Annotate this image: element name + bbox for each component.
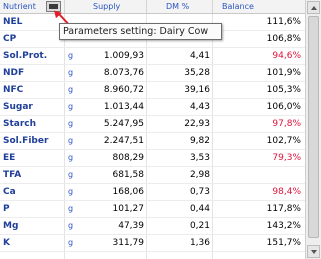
unit-label: g xyxy=(68,204,74,213)
balance-value: 105,3% xyxy=(266,85,301,95)
scroll-up-button[interactable] xyxy=(307,1,320,14)
grid-header: Nutrient Supply DM % Balance xyxy=(0,0,305,14)
unit-label: g xyxy=(68,119,74,128)
balance-value: 98,4% xyxy=(272,187,301,197)
parameters-tooltip: Parameters setting: Dairy Cow xyxy=(59,23,222,40)
supply-value: 5.247,95 xyxy=(103,119,144,129)
unit-label: g xyxy=(68,136,74,145)
supply-value: 1.009,93 xyxy=(103,51,144,61)
table-row[interactable]: Ca g 168,06 0,73 98,4% xyxy=(0,184,305,201)
unit-label: g xyxy=(68,221,74,230)
supply-value: 101,27 xyxy=(112,204,145,214)
arrow-up-icon xyxy=(311,6,317,10)
header-nutrient[interactable]: Nutrient xyxy=(3,0,36,13)
supply-value: 168,06 xyxy=(112,187,145,197)
balance-value: 79,3% xyxy=(272,153,301,163)
nutrient-name: Starch xyxy=(3,119,37,129)
balance-value: 106,8% xyxy=(266,34,301,44)
table-row[interactable]: EE g 808,29 3,53 79,3% xyxy=(0,150,305,167)
header-dm-percent[interactable]: DM % xyxy=(166,0,189,13)
balance-value: 111,6% xyxy=(266,17,301,27)
unit-label: g xyxy=(68,85,74,94)
table-row[interactable]: Sol.Fiber g 2.247,51 9,82 102,7% xyxy=(0,133,305,150)
table-row[interactable]: Sugar g 1.013,44 4,43 106,0% xyxy=(0,99,305,116)
balance-value: 97,8% xyxy=(272,119,301,129)
nutrient-name: P xyxy=(3,204,10,214)
nutrient-name: TFA xyxy=(3,170,22,180)
supply-value: 8.960,72 xyxy=(103,85,144,95)
header-supply[interactable]: Supply xyxy=(93,0,120,13)
dm-percent-value: 0,21 xyxy=(189,221,210,231)
supply-value: 8.073,76 xyxy=(103,68,144,78)
unit-label: g xyxy=(68,153,74,162)
table-row[interactable]: Kg 311,79 1,36 151,7% xyxy=(0,235,305,252)
dm-percent-value: 9,82 xyxy=(189,136,210,146)
unit-label: g xyxy=(68,51,74,60)
balance-value: 106,0% xyxy=(266,102,301,112)
header-separator xyxy=(212,0,213,13)
unit-label: g xyxy=(68,187,74,196)
balance-value: 151,7% xyxy=(266,238,301,248)
dm-percent-value: 1,36 xyxy=(189,238,210,248)
nutrient-name: Mg xyxy=(3,221,19,231)
dm-percent-value: 35,28 xyxy=(184,68,210,78)
scroll-thumb[interactable] xyxy=(308,16,319,238)
supply-value: 311,79 xyxy=(112,238,145,248)
nutrient-name: Sugar xyxy=(3,102,33,112)
balance-value: 94,6% xyxy=(272,51,301,61)
header-balance[interactable]: Balance xyxy=(222,0,254,13)
supply-value: 47,39 xyxy=(118,221,144,231)
balance-value: 102,7% xyxy=(266,136,301,146)
table-row[interactable]: TFA g 681,58 2,98 xyxy=(0,167,305,184)
table-row[interactable]: Mg g 47,39 0,21 143,2% xyxy=(0,218,305,235)
nutrient-name: NEL xyxy=(3,17,23,27)
dm-percent-value: 4,41 xyxy=(189,51,210,61)
nutrient-name: Sol.Prot. xyxy=(3,51,48,61)
balance-value: 117,8% xyxy=(266,204,301,214)
dm-percent-value: 0,44 xyxy=(189,204,210,214)
dm-percent-value: 22,93 xyxy=(184,119,210,129)
table-row[interactable]: NFC g 8.960,72 39,16 105,3% xyxy=(0,82,305,99)
nutrient-name: Sol.Fiber xyxy=(3,136,49,146)
nutrient-name: NFC xyxy=(3,85,24,95)
unit-label: g xyxy=(68,102,74,111)
unit-label: g xyxy=(68,68,74,77)
balance-value: 143,2% xyxy=(266,221,301,231)
table-row[interactable]: Starch g 5.247,95 22,93 97,8% xyxy=(0,116,305,133)
dm-percent-value: 2,98 xyxy=(189,170,210,180)
nutrient-name: NDF xyxy=(3,68,25,78)
nutrient-name: K xyxy=(3,238,10,248)
table-row[interactable]: Pg 101,27 0,44 117,8% xyxy=(0,201,305,218)
header-separator xyxy=(64,0,65,13)
unit-label: g xyxy=(68,170,74,179)
supply-value: 808,29 xyxy=(112,153,145,163)
scroll-down-button[interactable] xyxy=(307,245,320,258)
header-separator xyxy=(146,0,147,13)
supply-value: 2.247,51 xyxy=(103,136,144,146)
dm-percent-value: 0,73 xyxy=(189,187,210,197)
supply-value: 681,58 xyxy=(112,170,145,180)
nutrient-name: CP xyxy=(3,34,17,44)
nutrient-name: EE xyxy=(3,153,16,163)
dm-percent-value: 39,16 xyxy=(184,85,210,95)
nutrient-name: Ca xyxy=(3,187,16,197)
unit-label: g xyxy=(68,238,74,247)
vertical-scrollbar[interactable] xyxy=(305,0,321,259)
dm-percent-value: 4,43 xyxy=(189,102,210,112)
table-row[interactable]: NDF g 8.073,76 35,28 101,9% xyxy=(0,65,305,82)
table-row[interactable]: Sol.Prot. g 1.009,93 4,41 94,6% xyxy=(0,48,305,65)
dm-percent-value: 3,53 xyxy=(189,153,210,163)
arrow-down-icon xyxy=(311,250,317,254)
supply-value: 1.013,44 xyxy=(103,102,144,112)
balance-value: 101,9% xyxy=(266,68,301,78)
